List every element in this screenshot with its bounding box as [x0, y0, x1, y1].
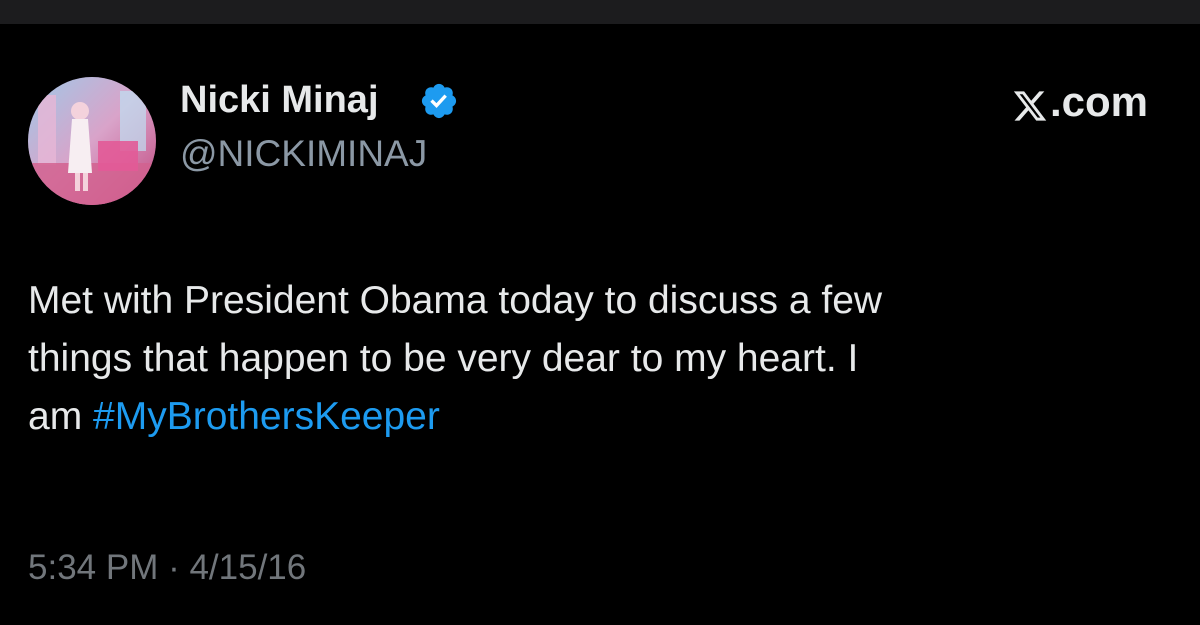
x-logo-icon: [1012, 84, 1048, 121]
tweet-card: Nicki Minaj @NICKIMINAJ .com Met with Pr…: [0, 24, 1200, 625]
tweet-text-line: am #MyBrothersKeeper: [28, 388, 1168, 446]
tweet-text-line: Met with President Obama today to discus…: [28, 279, 883, 322]
verified-badge-icon: [419, 81, 459, 121]
top-bar: [0, 0, 1200, 24]
tweet-text: Met with President Obama today to discus…: [28, 272, 1168, 446]
timestamp[interactable]: 5:34 PM · 4/15/16: [28, 546, 306, 590]
tweet-text-prefix: am: [28, 395, 94, 438]
display-name[interactable]: Nicki Minaj: [180, 76, 379, 124]
site-label-text: .com: [1049, 78, 1148, 125]
user-handle[interactable]: @NICKIMINAJ: [180, 131, 427, 177]
hashtag-link[interactable]: #MyBrothersKeeper: [93, 395, 440, 438]
avatar[interactable]: [28, 77, 156, 205]
tweet-text-line: things that happen to be very dear to my…: [28, 337, 859, 380]
site-label: .com: [1012, 76, 1148, 128]
